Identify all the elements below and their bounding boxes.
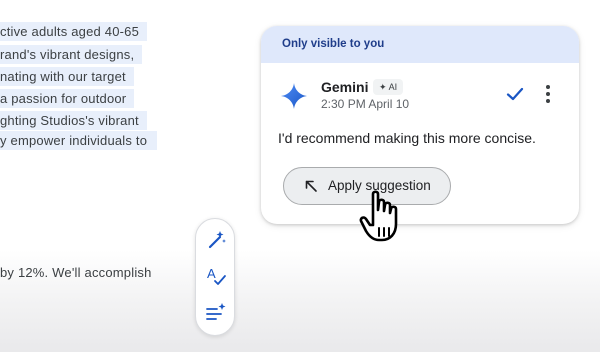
- document-line: a passion for outdoor: [0, 89, 135, 108]
- document-line: by 12%. We'll accomplish: [0, 265, 152, 280]
- more-options-icon[interactable]: [541, 82, 555, 106]
- arrow-up-left-icon: [305, 180, 317, 192]
- suggestion-message: I'd recommend making this more concise.: [278, 130, 536, 146]
- visibility-note: Only visible to you: [261, 26, 579, 63]
- suggestion-card: Only visible to you Gemini ✦ AI 2:30 PM …: [261, 26, 579, 224]
- svg-text:A: A: [207, 266, 216, 281]
- author-name: Gemini: [321, 79, 369, 95]
- floating-toolbar: A: [195, 218, 235, 336]
- accept-check-icon[interactable]: [504, 83, 526, 105]
- hand-cursor-icon: [359, 190, 398, 242]
- ai-badge-label: AI: [388, 82, 398, 92]
- document-line: rand's vibrant designs,: [0, 45, 143, 64]
- refine-text-icon[interactable]: [205, 301, 227, 323]
- spell-check-icon[interactable]: A: [205, 265, 227, 287]
- sparkle-icon: ✦: [379, 82, 387, 92]
- gemini-star-icon: [281, 83, 307, 109]
- document-line: ghting Studios's vibrant: [0, 111, 147, 130]
- timestamp: 2:30 PM April 10: [321, 97, 410, 111]
- document-line: y empower individuals to: [0, 131, 158, 150]
- ai-badge: ✦ AI: [373, 79, 404, 95]
- magic-rewrite-icon[interactable]: [205, 229, 227, 251]
- document-line: nating with our target: [0, 67, 134, 86]
- document-line: ctive adults aged 40-65: [0, 22, 148, 41]
